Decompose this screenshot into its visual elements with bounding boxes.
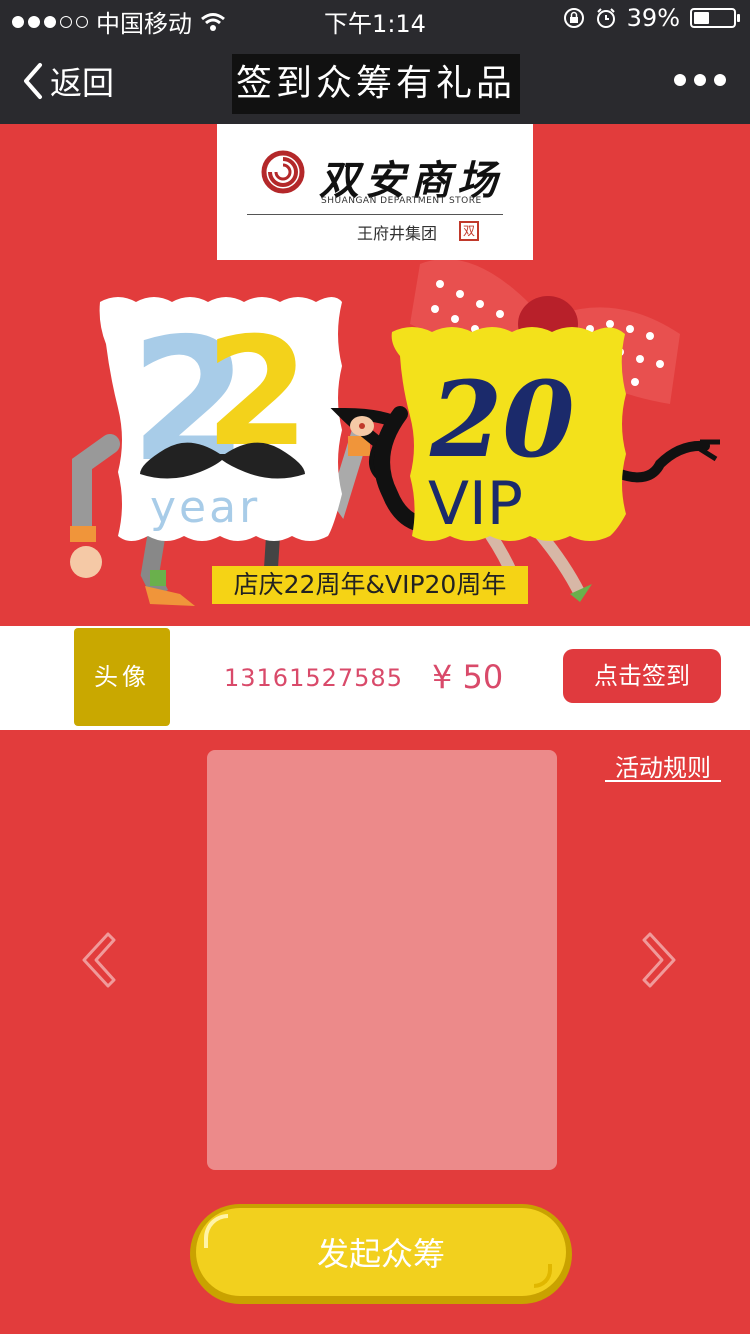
alarm-icon <box>596 8 615 28</box>
nav-bar: 返回 签到众筹有礼品 <box>0 44 750 124</box>
launch-label: 发起众筹 <box>316 1235 445 1273</box>
back-label: 返回 <box>50 64 115 102</box>
art-vip: VIP <box>428 469 523 539</box>
top-bar: 中国移动 下午1:14 39% 返回 签到众筹有礼品 <box>0 0 750 124</box>
banner: 2 2 year 20 VIP 双安商场 SHUANGAN DEPARTMENT… <box>0 124 750 626</box>
launch-crowdfund-button[interactable]: 发起众筹 <box>190 1204 572 1304</box>
store-name-en: SHUANGAN DEPARTMENT STORE <box>321 196 482 206</box>
store-logo-mark <box>261 150 305 194</box>
anniversary-caption: 店庆22周年&VIP20周年 <box>212 566 528 604</box>
user-row: 头像 13161527585 ¥ 50 点击签到 <box>0 626 750 730</box>
group-seal-icon: 双 <box>459 221 479 241</box>
battery-percent: 39% <box>626 4 680 32</box>
arrow-left-icon[interactable] <box>78 930 118 990</box>
battery-fill <box>694 12 709 24</box>
status-right: 39% <box>563 4 740 32</box>
more-icon[interactable] <box>674 74 726 86</box>
page-title: 签到众筹有礼品 <box>232 54 521 114</box>
logo-divider <box>247 214 503 215</box>
gift-card-slot[interactable] <box>207 750 557 1170</box>
art-20: 20 <box>429 358 575 481</box>
arrow-right-icon[interactable] <box>640 930 680 990</box>
store-logo: 双安商场 SHUANGAN DEPARTMENT STORE 王府井集团 双 <box>217 124 533 260</box>
status-bar: 中国移动 下午1:14 39% <box>0 0 750 38</box>
signin-button[interactable]: 点击签到 <box>563 649 721 703</box>
lock-rotation-icon <box>563 8 584 28</box>
battery-icon <box>690 8 740 28</box>
group-name: 王府井集团 <box>357 224 438 243</box>
rules-link[interactable]: 活动规则 <box>605 748 721 782</box>
amount-value: ¥ 50 <box>432 658 504 696</box>
avatar[interactable]: 头像 <box>74 628 170 726</box>
phone-number: 13161527585 <box>224 664 403 692</box>
back-button[interactable]: 返回 <box>20 58 114 104</box>
back-chevron-icon <box>24 63 42 99</box>
art-year: year <box>150 482 260 533</box>
